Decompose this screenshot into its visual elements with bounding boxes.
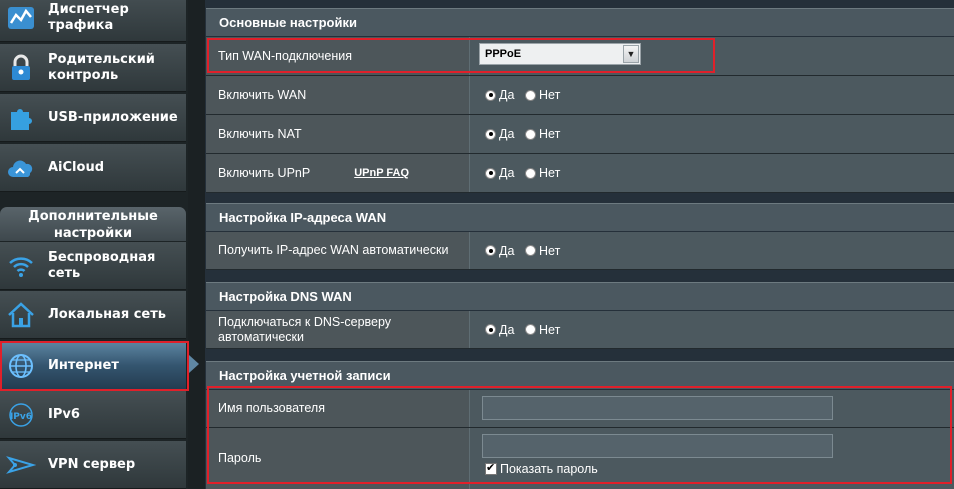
sidebar-item-internet[interactable]: Интернет [0, 341, 186, 391]
radio-label: Да [499, 166, 515, 180]
chevron-down-icon[interactable]: ▼ [623, 45, 639, 63]
sidebar-item-vpn-server[interactable]: VPN сервер [0, 441, 186, 489]
username-label: Имя пользователя [206, 390, 469, 427]
radio-label: Да [499, 88, 515, 102]
radio-dot [525, 324, 536, 335]
radio-label: Да [499, 322, 515, 337]
sidebar-item-lan[interactable]: Локальная сеть [0, 291, 186, 339]
svg-text:IPv6: IPv6 [10, 412, 32, 422]
sidebar-item-aicloud[interactable]: AiCloud [0, 144, 186, 192]
row-wan-ip-auto: Получить IP-адрес WAN автоматически Да Н… [206, 232, 954, 270]
wan-type-value: PPPoE [485, 48, 522, 60]
upnp-faq-link[interactable]: UPnP FAQ [354, 166, 409, 181]
wan-type-select[interactable]: PPPoE ▼ [479, 43, 641, 65]
password-label: Пароль [206, 428, 469, 489]
enable-nat-label: Включить NAT [206, 115, 469, 153]
sidebar-item-label: USB-приложение [48, 109, 178, 125]
dns-auto-label: Подключаться к DNS-серверу автоматически [206, 311, 469, 348]
radio-dot [525, 245, 536, 256]
enable-upnp-yes-radio[interactable]: Да [485, 166, 514, 180]
home-icon [6, 300, 36, 330]
row-password: Пароль Показать пароль [206, 428, 954, 489]
radio-label: Нет [539, 243, 561, 258]
dns-auto-yes-radio[interactable]: Да [485, 323, 514, 337]
show-password-label: Показать пароль [500, 462, 598, 476]
group-title-wan-dns: Настройка DNS WAN [206, 282, 954, 310]
wan-ip-auto-no-radio[interactable]: Нет [525, 244, 560, 258]
sidebar-item-label: VPN сервер [48, 456, 136, 472]
radio-label: Да [499, 243, 515, 258]
row-enable-wan: Включить WAN Да Нет [206, 76, 954, 115]
ipv6-icon: IPv6 [6, 400, 36, 430]
wan-ip-auto-yes-radio[interactable]: Да [485, 244, 514, 258]
sidebar: Диспетчер трафика Родительский контроль … [0, 0, 189, 489]
lock-icon [6, 53, 36, 83]
dns-auto-no-radio[interactable]: Нет [525, 323, 560, 337]
radio-dot [525, 128, 536, 140]
traffic-monitor-icon [6, 3, 36, 33]
group-title-account: Настройка учетной записи [206, 361, 954, 389]
radio-label: Да [499, 127, 515, 141]
radio-dot [485, 245, 496, 256]
radio-dot [485, 89, 496, 101]
row-enable-upnp: Включить UPnP UPnP FAQ Да Нет [206, 154, 954, 193]
sidebar-item-label: Беспроводная сеть [48, 249, 156, 281]
sidebar-item-label: Родительский контроль [48, 51, 155, 83]
group-title-basic: Основные настройки [206, 8, 954, 36]
advanced-settings-header: Дополнительные настройки [0, 207, 186, 241]
wan-ip-auto-label: Получить IP-адрес WAN автоматически [206, 232, 469, 269]
row-dns-auto: Подключаться к DNS-серверу автоматически… [206, 311, 954, 349]
enable-wan-yes-radio[interactable]: Да [485, 88, 514, 102]
radio-dot [485, 128, 496, 140]
wifi-icon [6, 251, 36, 281]
password-input[interactable] [482, 434, 833, 458]
row-username: Имя пользователя [206, 390, 954, 428]
show-password-checkbox[interactable]: Показать пароль [485, 461, 598, 476]
row-wan-type: Тип WAN-подключения PPPoE ▼ [206, 37, 954, 76]
radio-label: Нет [539, 166, 561, 180]
enable-wan-no-radio[interactable]: Нет [525, 88, 560, 102]
cloud-icon [6, 153, 36, 183]
sidebar-item-ipv6[interactable]: IPv6 IPv6 [0, 391, 186, 439]
enable-nat-no-radio[interactable]: Нет [525, 127, 560, 141]
enable-upnp-cell: Включить UPnP UPnP FAQ [206, 154, 469, 192]
sidebar-item-label: Локальная сеть [48, 306, 166, 322]
sidebar-item-wireless[interactable]: Беспроводная сеть [0, 242, 186, 290]
group-title-wan-ip: Настройка IP-адреса WAN [206, 203, 954, 231]
radio-label: Нет [539, 88, 561, 102]
sidebar-item-label: AiCloud [48, 159, 105, 175]
puzzle-icon [6, 103, 36, 133]
enable-upnp-label: Включить UPnP [218, 165, 311, 180]
vpn-icon [6, 450, 37, 480]
radio-label: Нет [539, 322, 561, 337]
enable-wan-label: Включить WAN [206, 76, 469, 114]
checkbox-checked-icon [485, 461, 497, 475]
active-pointer-arrow [189, 355, 199, 373]
radio-dot [525, 167, 536, 179]
sidebar-item-label: Интернет [48, 357, 119, 373]
sidebar-item-usb-application[interactable]: USB-приложение [0, 94, 186, 142]
radio-dot [485, 324, 496, 335]
sidebar-item-traffic-monitor[interactable]: Диспетчер трафика [0, 0, 186, 42]
enable-upnp-no-radio[interactable]: Нет [525, 166, 560, 180]
globe-icon [6, 351, 36, 381]
sidebar-item-label: IPv6 [48, 406, 80, 422]
username-input[interactable] [482, 396, 833, 420]
sidebar-item-label: Диспетчер трафика [48, 1, 129, 33]
radio-dot [525, 89, 536, 101]
wan-type-label: Тип WAN-подключения [206, 37, 469, 75]
radio-dot [485, 167, 496, 179]
sidebar-item-parental-control[interactable]: Родительский контроль [0, 44, 186, 92]
radio-label: Нет [539, 127, 561, 141]
row-enable-nat: Включить NAT Да Нет [206, 115, 954, 154]
enable-nat-yes-radio[interactable]: Да [485, 127, 514, 141]
